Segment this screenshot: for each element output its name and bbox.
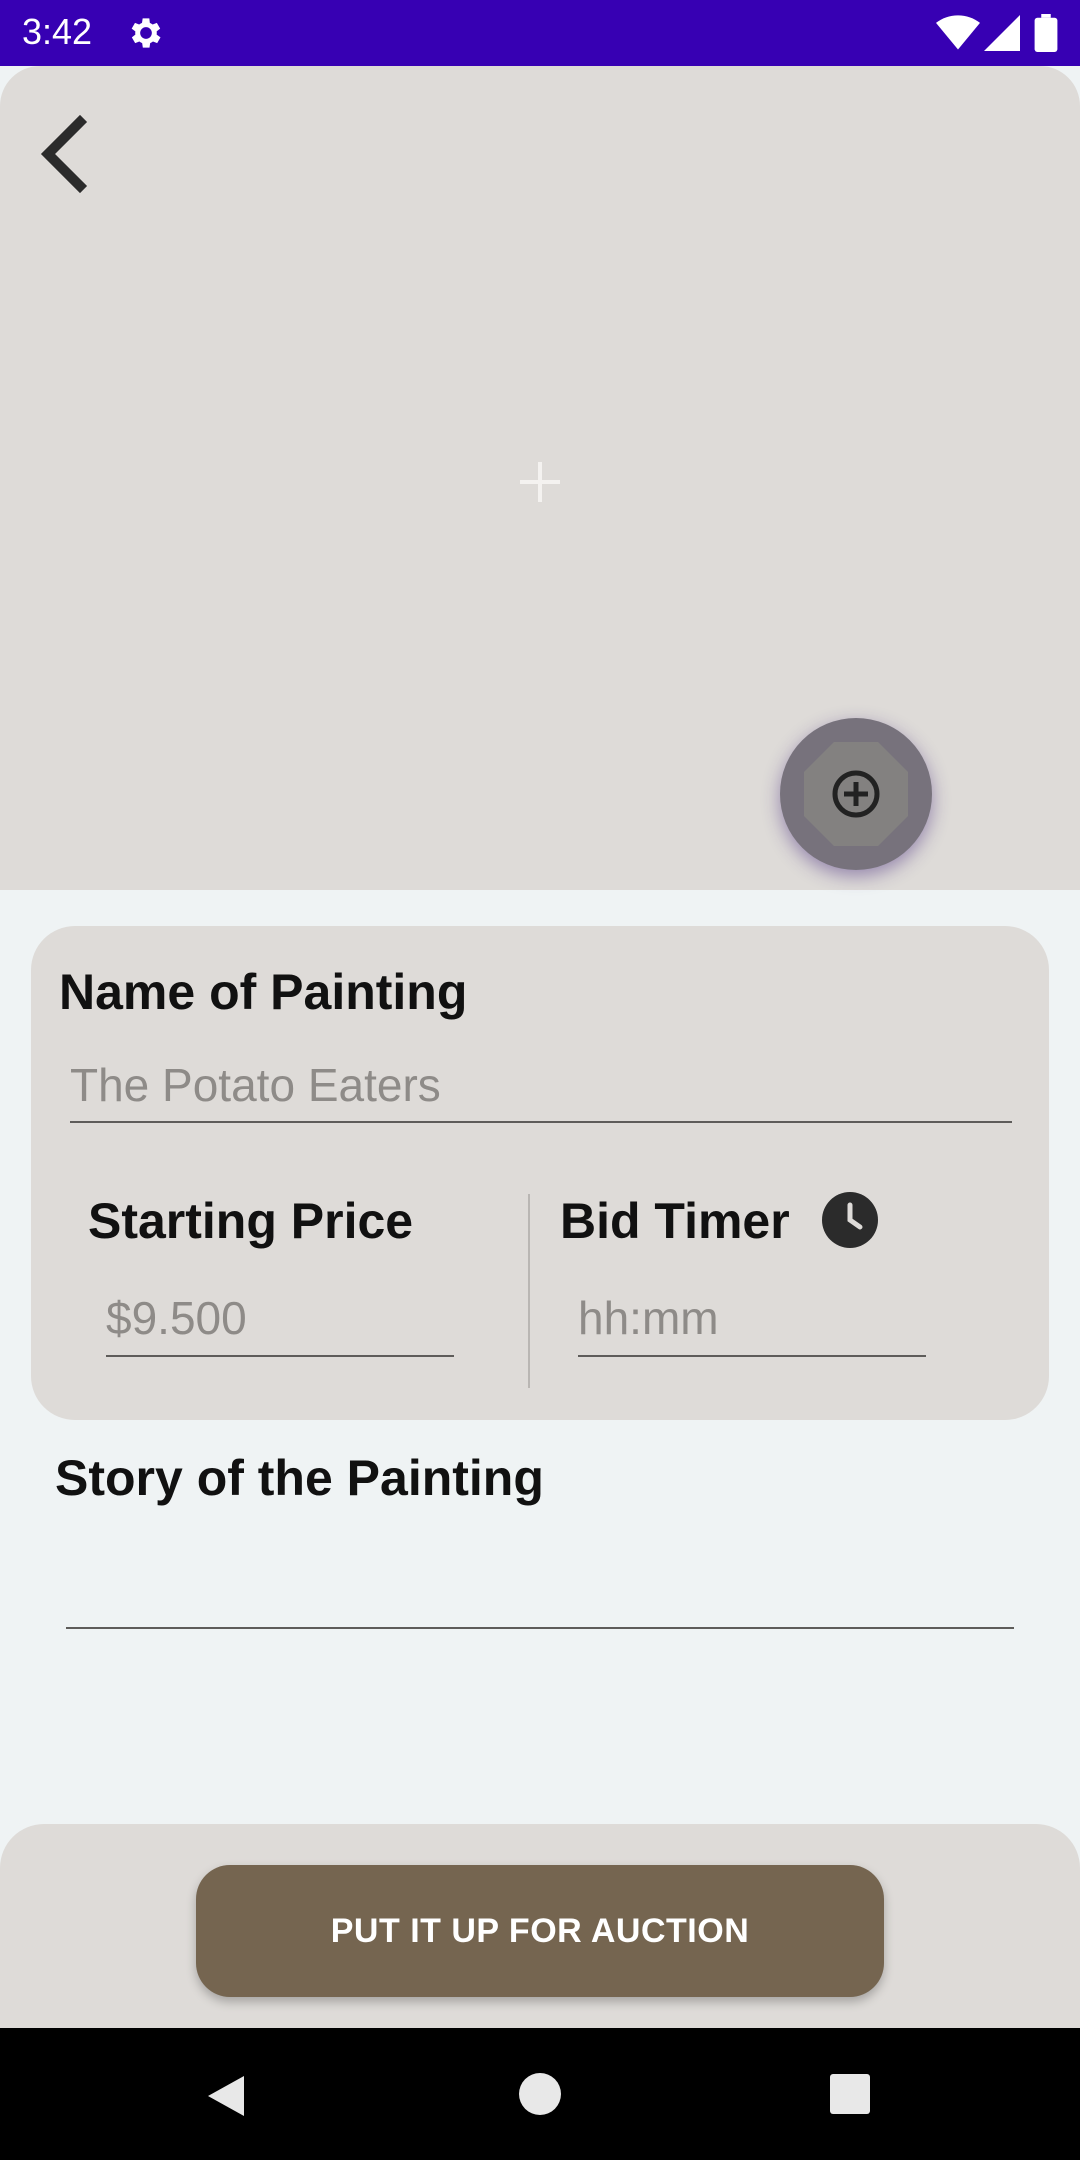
story-input-underline	[66, 1627, 1014, 1629]
settings-gear-icon	[131, 18, 161, 48]
starting-price-label: Starting Price	[88, 1193, 414, 1249]
name-label: Name of Painting	[59, 964, 468, 1020]
name-input-underline	[70, 1121, 1012, 1123]
put-up-for-auction-button[interactable]: PUT IT UP FOR AUCTION	[196, 1865, 884, 1997]
back-button[interactable]	[36, 114, 96, 194]
clock-icon[interactable]	[822, 1192, 878, 1248]
add-circle-icon	[804, 742, 908, 846]
battery-icon	[1034, 14, 1058, 52]
painting-name-input[interactable]: The Potato Eaters	[70, 1057, 441, 1113]
status-time: 3:42	[22, 11, 93, 52]
plus-icon	[520, 462, 560, 502]
cell-signal-icon	[984, 15, 1020, 51]
add-photo-button[interactable]	[780, 718, 932, 870]
story-label: Story of the Painting	[55, 1450, 544, 1506]
timer-input-underline	[578, 1355, 926, 1357]
starting-price-input[interactable]: $9.500	[106, 1290, 247, 1346]
recents-square-icon[interactable]	[828, 2072, 872, 2116]
price-input-underline	[106, 1355, 454, 1357]
field-divider	[528, 1194, 530, 1388]
bid-timer-input[interactable]: hh:mm	[578, 1290, 719, 1346]
home-circle-icon[interactable]	[518, 2072, 562, 2116]
wifi-icon	[936, 15, 980, 50]
bid-timer-label: Bid Timer	[560, 1193, 790, 1249]
back-triangle-icon[interactable]	[202, 2072, 250, 2120]
